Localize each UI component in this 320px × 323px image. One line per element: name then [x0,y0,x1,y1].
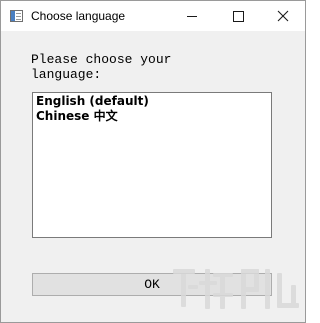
app-window-icon [10,10,23,22]
window-title: Choose language [31,9,126,23]
maximize-icon [232,10,244,22]
minimize-icon [187,15,197,17]
close-button[interactable] [260,1,306,31]
title-bar[interactable]: Choose language [1,1,305,31]
ok-button[interactable]: OK [32,273,272,296]
language-prompt: Please choose your language: [31,52,172,82]
language-list[interactable]: English (default) Chinese 中文 [32,92,272,238]
minimize-button[interactable] [169,1,215,31]
language-option-english[interactable]: English (default) [35,94,269,109]
close-icon [277,10,289,22]
dialog-window: Choose language Please choose your langu… [0,0,306,323]
maximize-button[interactable] [215,1,261,31]
language-option-chinese[interactable]: Chinese 中文 [35,109,269,124]
